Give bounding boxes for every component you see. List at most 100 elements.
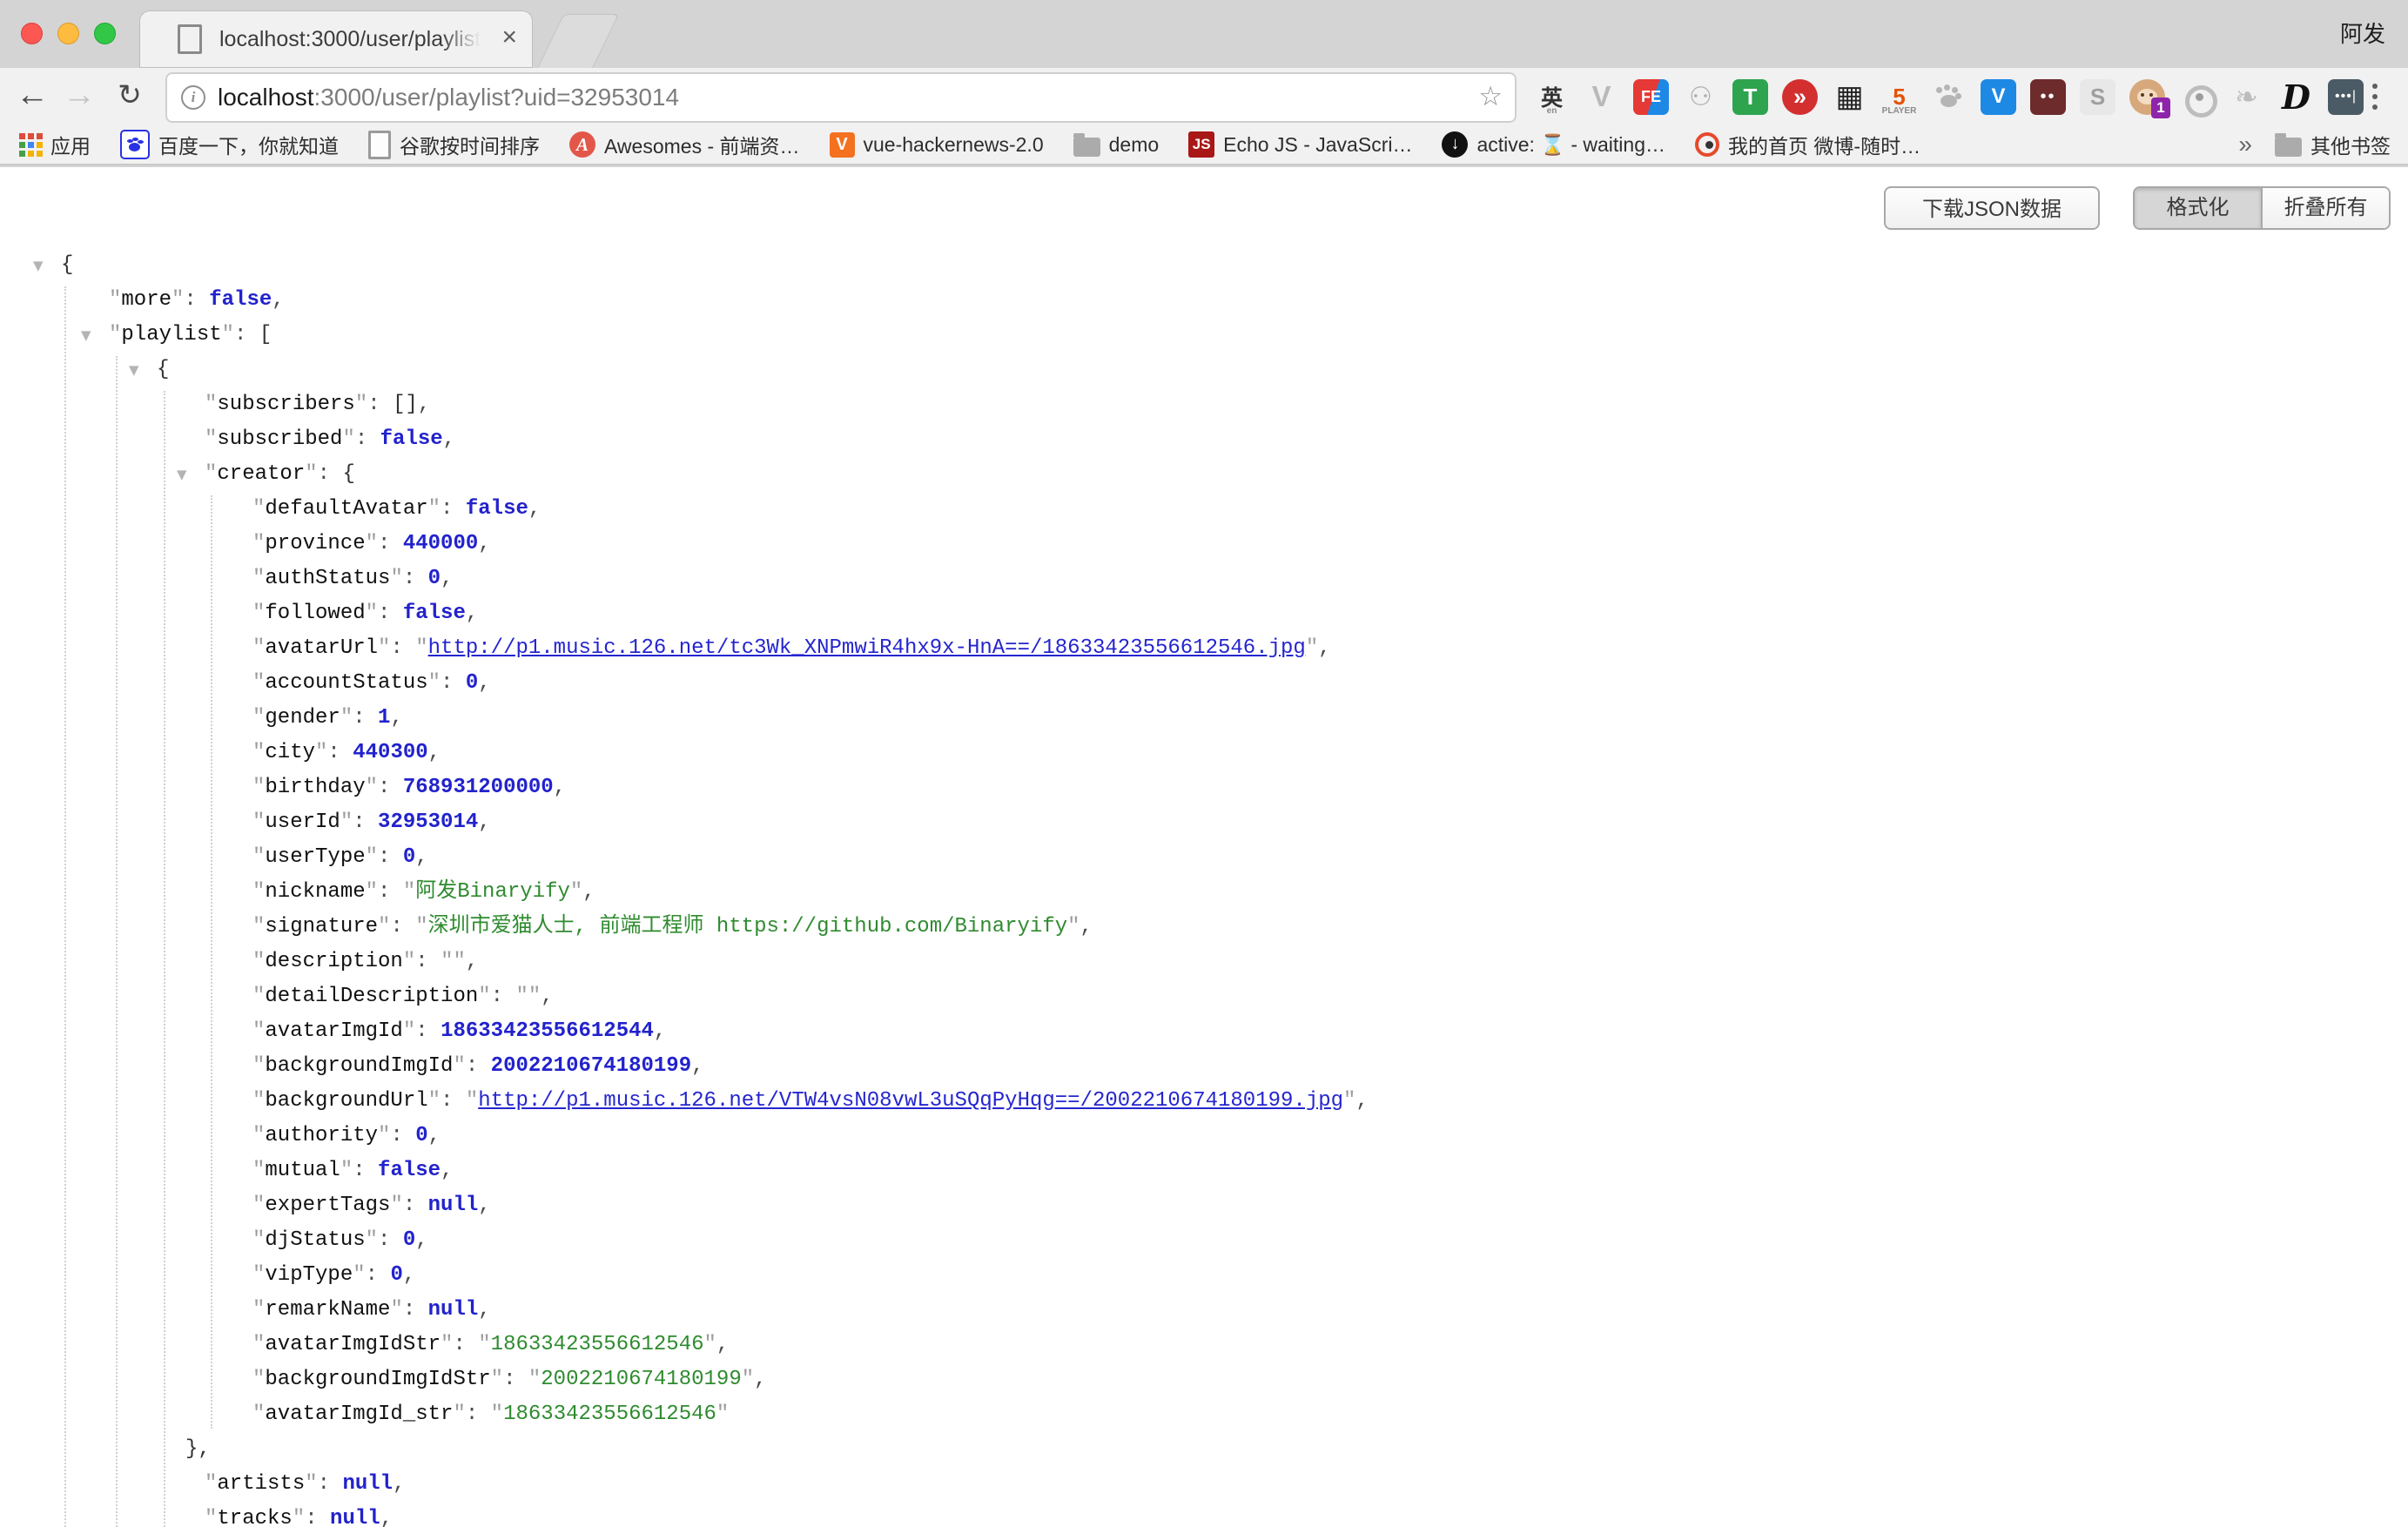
qrcode-extension-icon[interactable]: ▦ <box>1832 79 1867 115</box>
json-value: null <box>428 1194 479 1217</box>
monkey-extension-icon[interactable]: 1 <box>2129 79 2165 115</box>
collapse-toggle-icon[interactable]: ▼ <box>81 318 91 353</box>
json-key: djStatus <box>265 1228 365 1252</box>
bookmark-star-icon[interactable]: ☆ <box>1478 74 1503 121</box>
vue-devtools-extension-icon[interactable]: V <box>1584 79 1619 115</box>
json-line: "defaultAvatar": false, <box>0 492 2408 527</box>
json-line: "authStatus": 0, <box>0 562 2408 596</box>
baidu-icon <box>120 130 150 159</box>
collapse-toggle-icon[interactable]: ▼ <box>129 353 139 387</box>
json-line: "accountStatus": 0, <box>0 666 2408 701</box>
json-line: ▼{ <box>0 248 2408 283</box>
json-value: 0 <box>415 1124 427 1147</box>
indent-guide <box>116 356 118 1527</box>
json-line: "avatarImgIdStr": "18633423556612546", <box>0 1328 2408 1362</box>
other-bookmarks-label: 其他书签 <box>2310 130 2391 159</box>
bookmark-label: Echo JS - JavaScri… <box>1223 133 1412 157</box>
json-line: "userId": 32953014, <box>0 805 2408 840</box>
mask-extension-icon[interactable]: •• <box>2030 79 2066 115</box>
bookmark-label: active: ⌛ - waiting… <box>1476 133 1665 157</box>
fastforward-extension-icon[interactable]: » <box>1782 79 1818 115</box>
collapse-toggle-icon[interactable]: ▼ <box>33 248 44 283</box>
site-info-icon[interactable]: i <box>181 85 205 110</box>
browser-tab[interactable]: localhost:3000/user/playlist?u × <box>139 10 533 68</box>
other-bookmarks[interactable]: 其他书签 <box>2275 130 2391 159</box>
json-line: "signature": "深圳市爱猫人士, 前端工程师 https://git… <box>0 910 2408 945</box>
json-url-link[interactable]: http://p1.music.126.net/VTW4vsN08vwL3uSQ… <box>478 1089 1343 1113</box>
html5-player-extension-icon[interactable]: 5PLAYER <box>1881 79 1917 115</box>
json-key: city <box>265 741 315 764</box>
url-host: localhost <box>218 84 314 111</box>
json-line: "djStatus": 0, <box>0 1223 2408 1258</box>
paw-extension-icon[interactable] <box>1931 79 1967 115</box>
format-button[interactable]: 格式化 <box>2135 188 2263 228</box>
json-line: "detailDescription": "", <box>0 979 2408 1014</box>
json-string-value: 18633423556612546 <box>491 1333 704 1356</box>
collapse-toggle-icon[interactable]: ▼ <box>177 457 187 492</box>
tab-close-icon[interactable]: × <box>501 10 517 68</box>
json-line: "subscribed": false, <box>0 422 2408 457</box>
json-key: gender <box>265 706 340 730</box>
json-value: 32953014 <box>378 811 478 834</box>
folder-icon <box>2275 138 2302 157</box>
url-bar[interactable]: i localhost:3000/user/playlist?uid=32953… <box>165 72 1517 123</box>
bookmark-active-waiting[interactable]: ↓active: ⌛ - waiting… <box>1442 131 1665 158</box>
weibo-extension-icon[interactable] <box>2179 79 2215 115</box>
json-key: subscribed <box>217 427 342 451</box>
bookmark-awesomes[interactable]: AAwesomes - 前端资… <box>569 130 800 159</box>
tampermonkey-extension-icon[interactable]: T <box>1732 79 1768 115</box>
bookmark-demo[interactable]: demo <box>1073 133 1160 157</box>
json-value: 440300 <box>353 741 427 764</box>
json-key: birthday <box>265 776 365 799</box>
translate-extension-icon[interactable]: 英en <box>1534 79 1570 115</box>
bookmark-label: 百度一下，你就知道 <box>158 130 339 159</box>
window-zoom-button[interactable] <box>94 23 116 44</box>
bookmark-google-sort[interactable]: 谷歌按时间排序 <box>368 130 540 159</box>
bookmark-vue-hackernews[interactable]: Vvue-hackernews-2.0 <box>830 132 1044 158</box>
vimium-extension-icon[interactable]: V <box>1981 79 2016 115</box>
bookmarks-right: » 其他书签 <box>2238 130 2408 159</box>
bookmark-weibo-home[interactable]: 我的首页 微博-随时… <box>1695 130 1920 159</box>
json-line: "remarkName": null, <box>0 1293 2408 1328</box>
json-string-value: 深圳市爱猫人士, 前端工程师 https://github.com/Binary… <box>428 915 1067 938</box>
bookmark-baidu[interactable]: 百度一下，你就知道 <box>120 130 339 159</box>
window-close-button[interactable] <box>21 23 43 44</box>
bookmark-label: Awesomes - 前端资… <box>604 130 800 159</box>
json-line: "description": "", <box>0 945 2408 979</box>
collapse-all-button[interactable]: 折叠所有 <box>2263 188 2389 228</box>
json-line: ▼{ <box>0 353 2408 387</box>
json-url-link[interactable]: http://p1.music.126.net/tc3Wk_XNPmwiR4hx… <box>428 636 1306 660</box>
profile-name[interactable]: 阿发 <box>2340 0 2385 68</box>
json-key: expertTags <box>265 1194 390 1217</box>
json-key: userId <box>265 811 340 834</box>
s-extension-icon[interactable]: S <box>2080 79 2115 115</box>
download-json-button[interactable]: 下载JSON数据 <box>1884 186 2100 230</box>
overflow-menu-icon[interactable] <box>2358 78 2392 115</box>
window-minimize-button[interactable] <box>57 23 79 44</box>
extensions-container: 英enVFE⚇T»▦5PLAYERV••S1❧D•••| <box>1534 68 2364 125</box>
json-line: "avatarImgId": 18633423556612544, <box>0 1014 2408 1049</box>
json-line: "backgroundUrl": "http://p1.music.126.ne… <box>0 1084 2408 1119</box>
bookmark-echo-js[interactable]: JSEcho JS - JavaScri… <box>1188 131 1412 158</box>
bookmark-label: vue-hackernews-2.0 <box>864 133 1044 157</box>
json-key: mutual <box>265 1159 340 1182</box>
json-key: more <box>121 288 172 312</box>
d-extension-icon[interactable]: D <box>2278 79 2314 115</box>
vorange-icon: V <box>830 132 855 158</box>
back-button[interactable]: ← <box>10 68 54 125</box>
url-text[interactable]: localhost:3000/user/playlist?uid=3295301… <box>218 74 679 121</box>
bird-extension-icon[interactable]: ❧ <box>2229 79 2264 115</box>
sitemap-extension-icon[interactable]: ⚇ <box>1683 79 1719 115</box>
json-string-value: 2002210674180199 <box>541 1368 741 1391</box>
bookmark-label: demo <box>1109 133 1160 157</box>
json-string-value: 18633423556612546 <box>503 1403 716 1426</box>
json-key: playlist <box>121 323 221 346</box>
json-key: province <box>265 532 365 555</box>
bookmarks-overflow-chevron[interactable]: » <box>2238 131 2252 158</box>
new-tab-button[interactable] <box>537 14 620 69</box>
json-value: 1 <box>378 706 390 730</box>
fe-helper-extension-icon[interactable]: FE <box>1633 79 1669 115</box>
bookmark-apps[interactable]: 应用 <box>19 130 91 159</box>
reload-button[interactable]: ↻ <box>108 68 151 125</box>
json-key: backgroundImgIdStr <box>265 1368 490 1391</box>
